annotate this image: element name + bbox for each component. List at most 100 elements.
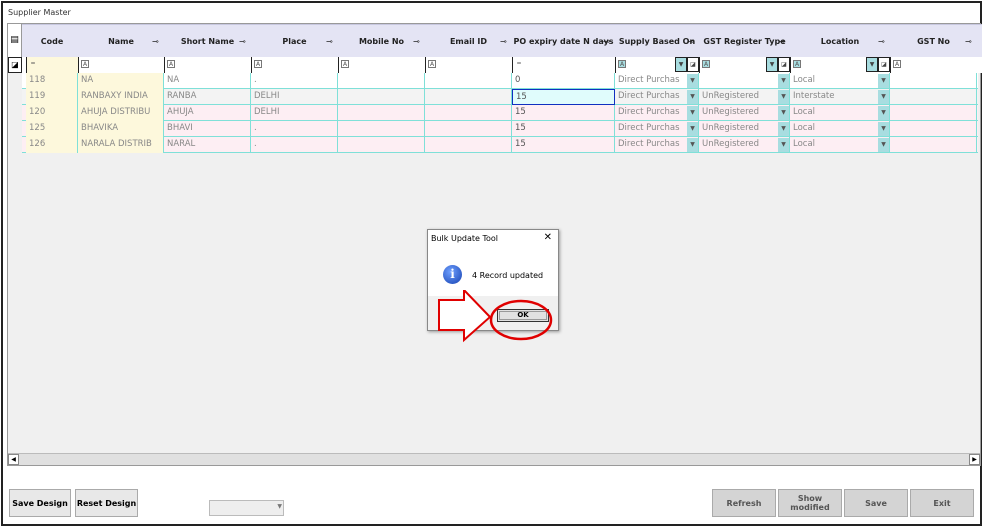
cell-short[interactable]: AHUJA	[164, 105, 251, 121]
table-row[interactable]: 126 NARALA DISTRIB NARAL. 15 Direct Purchas ▼…	[22, 137, 978, 153]
cell-dropdown-icon[interactable]: ▼	[878, 106, 889, 120]
cell-short[interactable]: NA	[164, 73, 251, 89]
column-header[interactable]: GST Register Type	[699, 25, 790, 58]
cell-email[interactable]	[425, 105, 512, 121]
cell-code[interactable]: 125	[26, 121, 78, 137]
table-row[interactable]: 125 BHAVIKA BHAVI. 15 Direct Purchas ▼ UnRegis…	[22, 121, 978, 137]
exit-button[interactable]: Exit	[910, 489, 974, 517]
column-header[interactable]: Place	[251, 25, 338, 58]
design-select[interactable]: ▼	[209, 500, 284, 516]
cell-place[interactable]: .	[251, 73, 338, 89]
horizontal-scrollbar[interactable]: ◀ ▶	[8, 453, 980, 465]
clear-filter-icon[interactable]: ◪	[687, 57, 699, 72]
cell-short[interactable]: BHAVI	[164, 121, 251, 137]
clear-filter-icon[interactable]: ◪	[778, 57, 790, 72]
filter-dropdown-icon[interactable]: ▼	[766, 57, 778, 72]
show-modified-button[interactable]: Show modified	[778, 489, 842, 517]
column-filter[interactable]: =	[26, 57, 78, 73]
pin-icon[interactable]: ⊸	[239, 37, 246, 46]
cell-short[interactable]: RANBA	[164, 89, 251, 105]
filter-dropdown-icon[interactable]: ▼	[866, 57, 878, 72]
cell-place[interactable]: DELHI	[251, 105, 338, 121]
cell-location[interactable]: Interstate	[790, 89, 890, 105]
cell-mobile[interactable]	[338, 137, 425, 153]
cell-email[interactable]	[425, 137, 512, 153]
pin-icon[interactable]: ⊸	[687, 37, 694, 46]
column-header[interactable]: GST No	[890, 25, 977, 58]
cell-location[interactable]: Local	[790, 73, 890, 89]
column-header[interactable]: Code	[26, 25, 78, 58]
cell-po[interactable]: 15	[512, 105, 615, 121]
scroll-left-button[interactable]: ◀	[8, 454, 19, 465]
cell-gst[interactable]: UnRegistered	[699, 137, 790, 153]
cell-dropdown-icon[interactable]: ▼	[687, 122, 698, 136]
pin-icon[interactable]: ⊸	[152, 37, 159, 46]
cell-email[interactable]	[425, 121, 512, 137]
cell-dropdown-icon[interactable]: ▼	[778, 90, 789, 104]
column-header[interactable]: Mobile No	[338, 25, 425, 58]
refresh-button[interactable]: Refresh	[712, 489, 776, 517]
column-filter[interactable]: A ▼ ◪	[699, 57, 790, 73]
cell-name[interactable]: BHAVIKA	[78, 121, 164, 137]
column-filter[interactable]: =	[512, 57, 615, 73]
cell-location[interactable]: Local	[790, 137, 890, 153]
pin-icon[interactable]: ⊸	[326, 37, 333, 46]
cell-gst[interactable]: UnRegistered	[699, 89, 790, 105]
cell-dropdown-icon[interactable]: ▼	[687, 138, 698, 152]
cell-gst[interactable]	[699, 73, 790, 89]
column-header[interactable]: Location	[790, 25, 890, 58]
cell-dropdown-icon[interactable]: ▼	[878, 90, 889, 104]
pin-icon[interactable]: ⊸	[603, 37, 610, 46]
pin-icon[interactable]: ⊸	[500, 37, 507, 46]
cell-mobile[interactable]	[338, 121, 425, 137]
cell-mobile[interactable]	[338, 89, 425, 105]
cell-gstno[interactable]	[890, 89, 977, 105]
cell-code[interactable]: 126	[26, 137, 78, 153]
cell-dropdown-icon[interactable]: ▼	[878, 138, 889, 152]
column-filter[interactable]: A	[338, 57, 425, 73]
table-row[interactable]: 118 NA NA. 0 Direct Purchas ▼ ▼ Local ▼	[22, 73, 978, 89]
cell-location[interactable]: Local	[790, 121, 890, 137]
filter-dropdown-icon[interactable]: ▼	[675, 57, 687, 72]
pin-icon[interactable]: ⊸	[413, 37, 420, 46]
column-filter[interactable]: A	[251, 57, 338, 73]
cell-place[interactable]: DELHI	[251, 89, 338, 105]
close-icon[interactable]: ✕	[544, 232, 552, 243]
cell-po[interactable]: 15	[512, 121, 615, 137]
table-row[interactable]: 120 AHUJA DISTRIBU AHUJA DELHI 15 Direct Purc…	[22, 105, 978, 121]
cell-gst[interactable]: UnRegistered	[699, 121, 790, 137]
cell-mobile[interactable]	[338, 73, 425, 89]
save-button[interactable]: Save	[844, 489, 908, 517]
cell-dropdown-icon[interactable]: ▼	[778, 122, 789, 136]
column-header[interactable]: Short Name	[164, 25, 251, 58]
pin-icon[interactable]: ⊸	[878, 37, 885, 46]
cell-po[interactable]: 15	[512, 89, 615, 105]
cell-place[interactable]: .	[251, 137, 338, 153]
cell-po[interactable]: 15	[512, 137, 615, 153]
cell-dropdown-icon[interactable]: ▼	[687, 106, 698, 120]
cell-name[interactable]: RANBAXY INDIA	[78, 89, 164, 105]
cell-name[interactable]: NA	[78, 73, 164, 89]
cell-email[interactable]	[425, 73, 512, 89]
cell-gst[interactable]: UnRegistered	[699, 105, 790, 121]
clear-filter-icon[interactable]: ◪	[8, 57, 22, 73]
column-header[interactable]: PO expiry date N days	[512, 25, 615, 58]
cell-dropdown-icon[interactable]: ▼	[878, 122, 889, 136]
scroll-right-button[interactable]: ▶	[969, 454, 980, 465]
cell-code[interactable]: 118	[26, 73, 78, 89]
cell-dropdown-icon[interactable]: ▼	[778, 74, 789, 88]
pin-icon[interactable]: ⊸	[778, 37, 785, 46]
cell-po[interactable]: 0	[512, 73, 615, 89]
cell-short[interactable]: NARAL	[164, 137, 251, 153]
cell-gstno[interactable]	[890, 105, 977, 121]
cell-dropdown-icon[interactable]: ▼	[687, 74, 698, 88]
pin-icon[interactable]: ⊸	[965, 37, 972, 46]
cell-code[interactable]: 119	[26, 89, 78, 105]
cell-gstno[interactable]	[890, 73, 977, 89]
column-filter[interactable]: A	[164, 57, 251, 73]
column-filter[interactable]: A	[78, 57, 164, 73]
cell-mobile[interactable]	[338, 105, 425, 121]
cell-dropdown-icon[interactable]: ▼	[687, 90, 698, 104]
cell-dropdown-icon[interactable]: ▼	[778, 138, 789, 152]
cell-location[interactable]: Local	[790, 105, 890, 121]
